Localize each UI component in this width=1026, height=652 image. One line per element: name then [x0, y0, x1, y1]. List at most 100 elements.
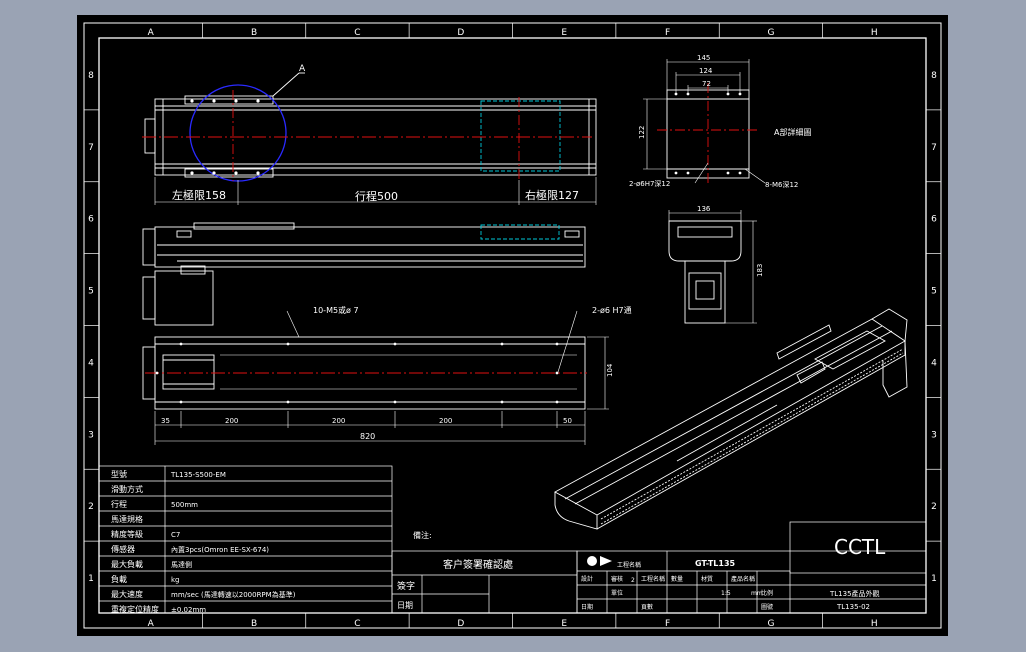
top-view	[142, 72, 597, 205]
title-block-header: 工程名稱	[641, 575, 665, 583]
grid-row-label: 6	[88, 215, 94, 225]
spec-label: 最大負載	[111, 559, 143, 569]
detail-dim1: 145	[697, 54, 710, 62]
detail-callout: A	[299, 64, 306, 74]
title-block-value: mm	[751, 590, 763, 597]
drawing-frame	[83, 22, 942, 629]
title-block-header: 工程名稱	[617, 561, 641, 569]
grid-row-label: 7	[931, 143, 937, 153]
title-block-header: 設計	[581, 575, 593, 583]
spec-table-rows: 型號 TL135-S500-EM 滑動方式行程 500mm 馬達規格精度等級 C7 傳感器 內…	[111, 469, 296, 614]
grid-col-label: E	[561, 28, 567, 38]
isometric-view	[554, 308, 908, 530]
title-block-header: 頁數	[641, 603, 653, 611]
grid-row-label: 5	[931, 287, 937, 297]
detail-view	[643, 59, 766, 185]
grid-col-label: B	[251, 619, 257, 629]
left-limit-label: 左極限158	[172, 188, 226, 202]
title-block-value: 2	[631, 577, 635, 584]
travel-label: 行程500	[355, 190, 398, 203]
product-name: TL135產品外觀	[829, 589, 880, 598]
hole-note-right: 2-ø6 H7通	[592, 305, 632, 315]
grid-row-label: 4	[88, 358, 94, 368]
end-view	[668, 210, 757, 324]
dim-height: 104	[606, 363, 614, 377]
dim-200-2: 200	[332, 417, 345, 425]
spec-value: kg	[171, 576, 180, 584]
hole-note-left: 10-M5或ø 7	[313, 305, 359, 315]
spec-value: ±0.02mm	[171, 606, 206, 614]
title-block-header: 日期	[581, 603, 593, 611]
dim-200-1: 200	[225, 417, 238, 425]
grid-row-label: 1	[931, 574, 937, 584]
dim-35: 35	[161, 417, 170, 425]
side-view	[142, 222, 586, 326]
title-block-header: 審核	[611, 575, 623, 583]
grid-row-label: 2	[931, 502, 937, 512]
title-block-header: 比例	[761, 589, 773, 597]
bottom-view	[142, 310, 609, 445]
grid-row-label: 4	[931, 358, 937, 368]
spec-label: 馬達規格	[111, 514, 143, 524]
grid-col-label: H	[871, 28, 878, 38]
title-block-header: 產品名稱	[731, 575, 755, 583]
company-mark-icon	[587, 556, 612, 566]
grid-col-label: G	[767, 28, 774, 38]
spec-value: 500mm	[171, 501, 198, 509]
detail-dim3: 72	[702, 80, 711, 88]
grid-col-label: B	[251, 28, 257, 38]
grid-row-label: 7	[88, 143, 94, 153]
spec-label: 精度等級	[111, 529, 143, 539]
grid-row-label: 8	[88, 71, 94, 81]
grid-row-label: 6	[931, 215, 937, 225]
title-block-header: 數量	[671, 575, 683, 583]
end-width: 136	[697, 205, 711, 213]
title-block-header: 材質	[701, 575, 713, 583]
detail-dim2: 124	[699, 67, 713, 75]
end-height: 183	[756, 264, 764, 277]
confirm-date: 日期	[397, 601, 413, 610]
grid-col-label: D	[457, 619, 464, 629]
title-block-value: 1:5	[721, 590, 731, 597]
spec-label: 重複定位精度	[111, 604, 159, 614]
detail-dim-left: 122	[638, 126, 646, 139]
confirm-sign: 簽字	[397, 580, 415, 592]
dim-50: 50	[563, 417, 572, 425]
grid-row-label: 5	[88, 287, 94, 297]
spec-value: 馬達側	[171, 560, 192, 569]
right-limit-label: 右極限127	[525, 188, 579, 202]
spec-value: TL135-S500-EM	[170, 471, 226, 479]
grid-col-label: C	[354, 28, 360, 38]
detail-label: A部詳細圖	[774, 127, 811, 137]
grid-col-label: H	[871, 619, 878, 629]
drawing-no: GT-TL135	[695, 559, 736, 568]
grid-col-label: F	[665, 619, 670, 629]
grid-col-label: E	[561, 619, 567, 629]
title-block-headers: 設計 審核 工程名稱 數量 材質 產品名稱比例 單位圖號 日期 頁數 2 1:5 mm 工程名稱	[581, 561, 773, 611]
spec-label: 傳感器	[111, 544, 135, 554]
drawing-sheet: A A B B C C D D E E F F G G H H 8 8 7 7 6 6 5 5 4 4 3 3 2 2 1 1 A 左極限15…	[77, 15, 948, 636]
grid-col-label: G	[767, 619, 774, 629]
grid-labels: A A B B C C D D E E F F G G H H 8 8 7 7 6 6 5 5 4 4 3 3 2 2 1 1	[84, 23, 941, 629]
spec-label: 行程	[111, 499, 127, 509]
spec-value: 內置3pcs(Omron EE-SX-674)	[171, 545, 269, 554]
grid-col-label: F	[665, 28, 670, 38]
company-logo: CCTL	[834, 535, 886, 559]
grid-col-label: C	[354, 619, 360, 629]
spec-value: C7	[171, 531, 180, 539]
grid-col-label: A	[148, 619, 155, 629]
title-block-header: 單位	[611, 589, 623, 597]
grid-row-label: 8	[931, 71, 937, 81]
spec-label: 滑動方式	[111, 484, 143, 494]
title-block-header: 圖號	[761, 603, 773, 611]
detail-note1: 2-ø6H7深12	[629, 179, 670, 188]
grid-col-label: D	[457, 28, 464, 38]
grid-row-label: 2	[88, 502, 94, 512]
grid-col-label: A	[148, 28, 155, 38]
cad-drawing: A A B B C C D D E E F F G G H H 8 8 7 7 6 6 5 5 4 4 3 3 2 2 1 1 A 左極限15…	[83, 22, 942, 629]
spec-label: 負載	[111, 574, 127, 584]
detail-note2: 8-M6深12	[765, 180, 798, 189]
notes-label: 備注:	[413, 530, 432, 540]
dim-total: 820	[360, 432, 375, 441]
grid-row-label: 3	[931, 430, 937, 440]
